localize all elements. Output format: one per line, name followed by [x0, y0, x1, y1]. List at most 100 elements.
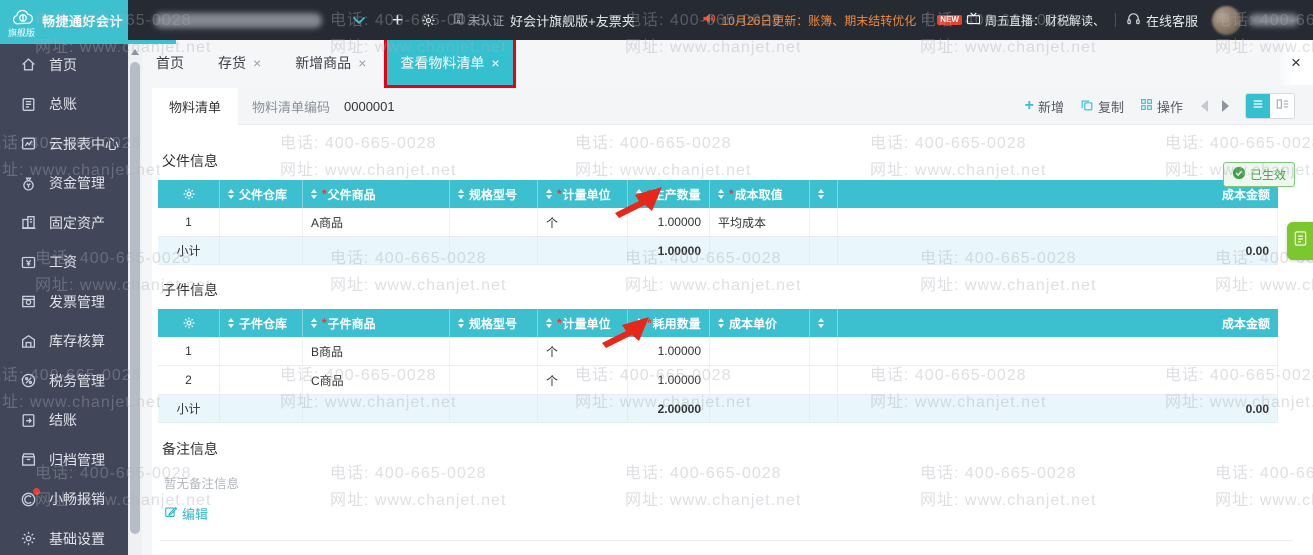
- user-avatar[interactable]: [1212, 6, 1241, 35]
- add-button[interactable]: +新增: [1025, 97, 1064, 116]
- column-header-1[interactable]: 父件仓库: [220, 180, 303, 208]
- column-header-3[interactable]: 规格型号: [450, 180, 538, 208]
- subtab-bom[interactable]: 物料清单: [152, 88, 238, 125]
- sort-icon[interactable]: [546, 189, 552, 199]
- online-service-link[interactable]: 在线客服: [1126, 11, 1198, 30]
- list-view-button[interactable]: [1246, 94, 1270, 118]
- column-header-4[interactable]: *计量单位: [538, 180, 628, 208]
- card-view-button[interactable]: [1270, 94, 1294, 118]
- next-record-button[interactable]: [1222, 100, 1229, 112]
- column-settings-gear-icon[interactable]: [158, 180, 220, 208]
- grid-icon: [1140, 98, 1153, 114]
- copy-button[interactable]: 复制: [1080, 97, 1124, 116]
- sort-icon[interactable]: [458, 189, 464, 199]
- sidebar-item-tax[interactable]: 税务管理: [0, 361, 128, 401]
- sort-icon[interactable]: [228, 318, 234, 328]
- add-account-button[interactable]: +: [392, 11, 403, 30]
- sort-icon[interactable]: [311, 189, 317, 199]
- sidebar-item-reimburse[interactable]: 小畅报销: [0, 480, 128, 520]
- column-header-4[interactable]: *计量单位: [538, 309, 628, 337]
- child-table: 子件仓库*子件商品规格型号*计量单位*耗用数量成本单价成本金额1B商品个1.00…: [158, 309, 1278, 423]
- close-all-icon[interactable]: ×: [1279, 40, 1313, 85]
- invoice-icon: [20, 293, 37, 310]
- scroll-up-icon[interactable]: [131, 49, 139, 55]
- live-broadcast-link[interactable]: NEW 周五直播：财税解读、: [937, 12, 1105, 29]
- certification-badge[interactable]: 未认证: [452, 12, 504, 29]
- sidebar-item-invoice[interactable]: 发票管理: [0, 282, 128, 322]
- inventory-icon: [20, 333, 37, 350]
- sort-icon[interactable]: [546, 318, 552, 328]
- tab-home[interactable]: 首页: [143, 40, 197, 85]
- table-row[interactable]: 1A商品个1.00000平均成本: [158, 208, 1278, 237]
- column-settings-gear-icon[interactable]: [158, 309, 220, 337]
- report-icon: [20, 135, 37, 152]
- sort-icon[interactable]: [636, 318, 642, 328]
- cell: A商品: [303, 208, 450, 236]
- sidebar-item-archive[interactable]: 归档管理: [0, 440, 128, 480]
- edit-remark-button[interactable]: 编辑: [164, 504, 208, 523]
- operations-button[interactable]: 操作: [1140, 97, 1183, 116]
- chevron-down-icon[interactable]: [352, 16, 366, 25]
- tab-new-product[interactable]: 新增商品×: [282, 40, 379, 85]
- column-header-2[interactable]: *父件商品: [303, 180, 450, 208]
- settings-gear-icon[interactable]: [421, 13, 436, 28]
- subtotal-row: 小计2.000000.00: [158, 395, 1278, 423]
- sidebar-item-fixed-assets[interactable]: 固定资产: [0, 203, 128, 243]
- account-name-redacted[interactable]: [154, 13, 322, 28]
- sidebar-item-funds[interactable]: 资金管理: [0, 164, 128, 204]
- sort-icon[interactable]: [718, 189, 724, 199]
- sort-icon[interactable]: [458, 318, 464, 328]
- brand-logo[interactable]: 畅捷通好会计 旗舰版: [0, 0, 128, 40]
- assets-icon: [20, 214, 37, 231]
- quick-doc-button[interactable]: [1287, 222, 1313, 260]
- remark-section-title: 备注信息: [162, 439, 1313, 459]
- required-asterisk: *: [322, 187, 327, 201]
- sort-icon[interactable]: [818, 189, 824, 199]
- sort-icon[interactable]: [228, 189, 234, 199]
- tab-stock[interactable]: 存货×: [205, 40, 274, 85]
- sidebar-item-cloud-reports[interactable]: 云报表中心: [0, 124, 128, 164]
- sidebar-item-inventory[interactable]: 库存核算: [0, 322, 128, 362]
- cell: [810, 366, 838, 394]
- column-label: 耗用数量: [653, 315, 701, 332]
- sidebar-item-label: 库存核算: [49, 331, 105, 351]
- column-header-sort[interactable]: [810, 180, 838, 208]
- tab-view-bom[interactable]: 查看物料清单×: [387, 40, 512, 85]
- sort-icon[interactable]: [818, 318, 824, 328]
- sidebar-item-closing[interactable]: 结账: [0, 401, 128, 441]
- column-label: 计量单位: [563, 315, 611, 332]
- column-header-6[interactable]: *成本取值: [710, 180, 810, 208]
- bom-panel: 物料清单 物料清单编码 0000001 +新增 复制 操作: [152, 88, 1313, 555]
- sidebar-scrollbar[interactable]: [128, 44, 142, 555]
- column-header-3[interactable]: 规格型号: [450, 309, 538, 337]
- cell: [710, 337, 810, 365]
- funds-icon: [20, 175, 37, 192]
- sidebar-item-salary[interactable]: 工资: [0, 243, 128, 283]
- column-header-sort[interactable]: [810, 309, 838, 337]
- table-row[interactable]: 1B商品个1.00000: [158, 337, 1278, 366]
- close-icon[interactable]: ×: [491, 56, 499, 70]
- close-icon[interactable]: ×: [358, 56, 366, 70]
- column-header-5[interactable]: *耗用数量: [628, 309, 710, 337]
- column-header-1[interactable]: 子件仓库: [220, 309, 303, 337]
- sidebar-item-label: 固定资产: [49, 213, 105, 233]
- prev-record-button[interactable]: [1201, 100, 1208, 112]
- table-row[interactable]: 2C商品个1.00000: [158, 366, 1278, 395]
- tax-icon: [20, 372, 37, 389]
- column-header-2[interactable]: *子件商品: [303, 309, 450, 337]
- sort-icon[interactable]: [636, 189, 642, 199]
- sidebar-item-home[interactable]: 首页: [0, 45, 128, 85]
- sidebar-item-basic-settings[interactable]: 基础设置: [0, 519, 128, 555]
- cell: 1: [158, 337, 220, 365]
- scrollbar-thumb[interactable]: [130, 62, 140, 534]
- sidebar-item-general-ledger[interactable]: 总账: [0, 85, 128, 125]
- sort-icon[interactable]: [718, 318, 724, 328]
- column-header-6[interactable]: 成本单价: [710, 309, 810, 337]
- column-header-8[interactable]: 成本金额: [838, 309, 1278, 337]
- sort-icon[interactable]: [311, 318, 317, 328]
- column-header-5[interactable]: *生产数量: [628, 180, 710, 208]
- close-icon[interactable]: ×: [253, 56, 261, 70]
- headset-icon: [1126, 11, 1141, 29]
- announcement[interactable]: 10月26日更新：账簿、期末结转优化: [701, 11, 917, 29]
- column-header-8[interactable]: 成本金额: [838, 180, 1278, 208]
